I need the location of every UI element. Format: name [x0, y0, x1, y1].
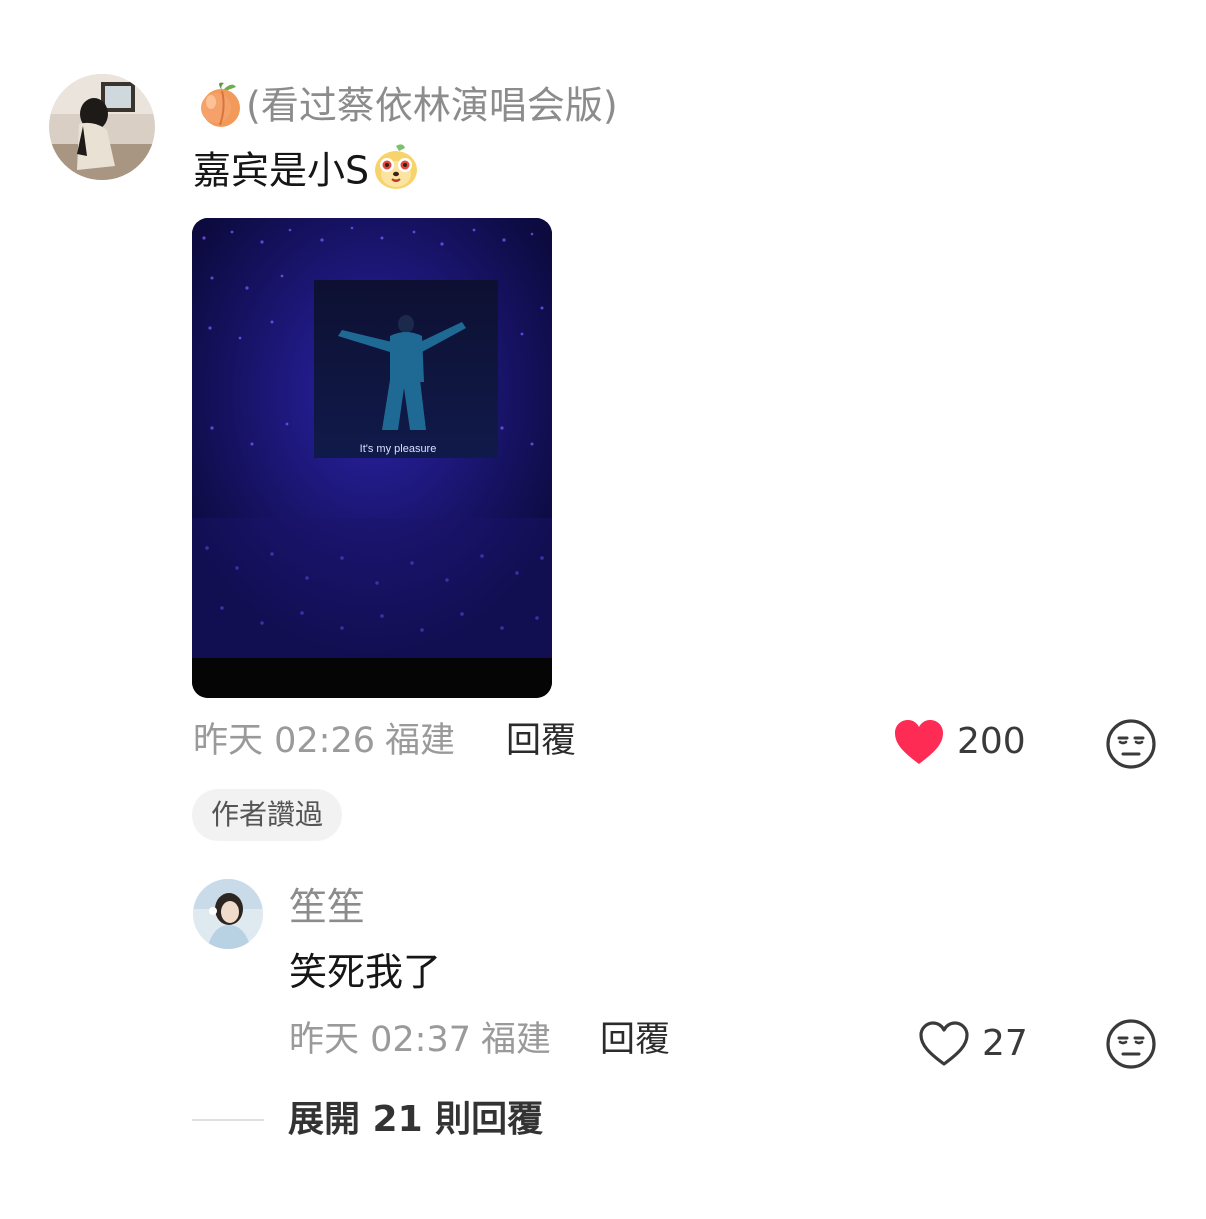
reply-comment-meta: 昨天 02:37 福建 [289, 1023, 561, 1058]
expand-replies-label: 展開 21 則回覆 [288, 1099, 544, 1140]
reply-time: 昨天 02:37 [289, 1020, 471, 1060]
comment-body: 嘉宾是小S [193, 148, 370, 193]
reply-comment-text: 笑死我了 [289, 950, 442, 994]
reply-location: 福建 [481, 1020, 552, 1060]
heart-filled-icon [893, 718, 945, 766]
username-text: (看过蔡依林演唱会版) [246, 83, 618, 128]
main-comment-meta: 昨天 02:26 福建 [193, 724, 465, 759]
heart-outline-icon [918, 1020, 970, 1068]
comment-photo[interactable]: It's my pleasure [192, 218, 552, 698]
main-comment-username[interactable]: (看过蔡依林演唱会版) [196, 82, 618, 133]
reply-like-button[interactable]: 27 [918, 1020, 1028, 1068]
main-like-button[interactable]: 200 [893, 718, 1026, 766]
reply-like-count: 27 [982, 1023, 1028, 1064]
reply-comment-username[interactable]: 笙笙 [289, 888, 365, 926]
main-dislike-button[interactable] [1105, 718, 1157, 770]
expand-divider [192, 1119, 264, 1121]
comment-location: 福建 [385, 721, 456, 761]
expand-replies-button[interactable]: 展開 21 則回覆 [192, 1102, 543, 1138]
photo-caption: It's my pleasure [360, 443, 437, 455]
reply-dislike-button[interactable] [1105, 1018, 1157, 1070]
comment-time: 昨天 02:26 [193, 721, 375, 761]
author-liked-badge: 作者讚過 [192, 789, 343, 841]
main-reply-button[interactable]: 回覆 [506, 724, 576, 759]
unamused-face-icon [1106, 1019, 1156, 1069]
main-comment-text: 嘉宾是小S [193, 144, 421, 198]
peach-emoji-icon [196, 79, 246, 129]
main-like-count: 200 [957, 721, 1026, 762]
unamused-face-icon [1106, 719, 1156, 769]
main-comment-avatar[interactable] [49, 74, 155, 180]
reply-comment-avatar[interactable] [193, 879, 263, 949]
reply-reply-button[interactable]: 回覆 [600, 1023, 670, 1058]
dog-face-emoji-icon [371, 142, 421, 192]
